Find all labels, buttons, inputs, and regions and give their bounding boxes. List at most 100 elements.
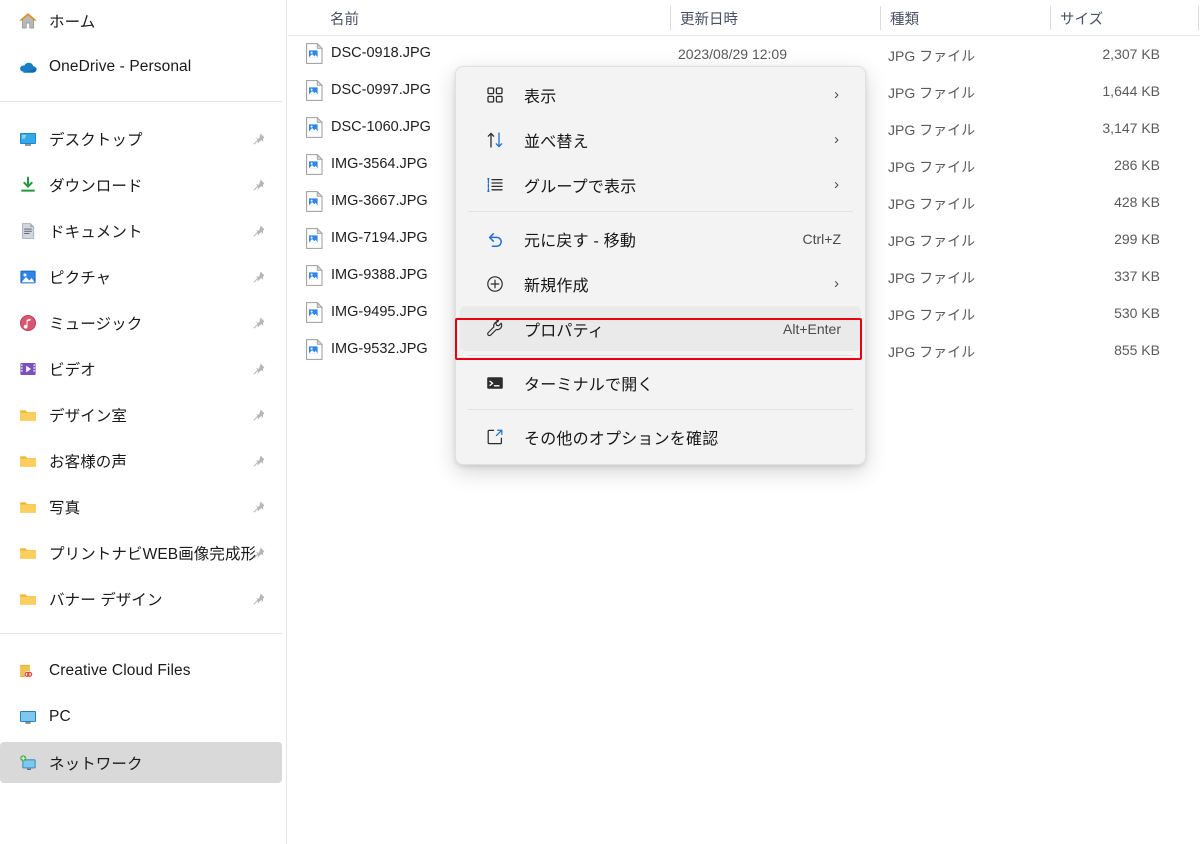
file-size-cell: 855 KB — [1114, 342, 1160, 358]
sidebar-item-label: ネットワーク — [49, 755, 143, 773]
sidebar-item-4[interactable]: ミュージック — [0, 302, 282, 343]
pc-monitor-icon — [18, 707, 38, 727]
menu-item-label: 元に戻す - 移動 — [524, 232, 637, 250]
file-name-cell: DSC-0918.JPG — [331, 45, 431, 61]
sidebar-item-9[interactable]: プリントナビWEB画像完成形 — [0, 532, 282, 573]
chevron-right-icon: › — [834, 275, 839, 292]
sidebar-item-1[interactable]: PC — [0, 696, 282, 737]
file-size-cell: 286 KB — [1114, 157, 1160, 173]
wrench-icon — [484, 318, 506, 340]
column-header-row[interactable]: 名前 更新日時 種類 サイズ ⌃ — [288, 0, 1200, 36]
pin-icon[interactable] — [252, 132, 266, 146]
sidebar-item-label: ピクチャ — [49, 269, 112, 287]
menu-item-1[interactable]: 並べ替え › — [460, 117, 861, 162]
file-name-cell: IMG-9532.JPG — [331, 341, 428, 357]
menu-item-5[interactable]: プロパティ Alt+Enter — [460, 306, 861, 351]
pin-icon[interactable] — [252, 316, 266, 330]
column-divider[interactable] — [670, 6, 671, 30]
sidebar-item-1[interactable]: OneDrive - Personal — [0, 46, 282, 87]
menu-item-shortcut: Ctrl+Z — [802, 230, 842, 247]
column-header-type[interactable]: 種類 — [890, 8, 919, 29]
grid-view-icon — [484, 84, 506, 106]
column-divider[interactable] — [1198, 6, 1199, 30]
plus-circle-icon — [484, 273, 506, 295]
navigation-sidebar[interactable]: ホーム OneDrive - Personal デスクトップダウンロードドキュメント… — [0, 0, 287, 844]
pin-icon[interactable] — [252, 592, 266, 606]
sidebar-item-10[interactable]: バナー デザイン — [0, 578, 282, 619]
file-name-cell: DSC-0997.JPG — [331, 82, 431, 98]
jpg-file-icon — [306, 79, 323, 101]
column-header-date[interactable]: 更新日時 — [680, 8, 738, 29]
pin-icon[interactable] — [252, 408, 266, 422]
chevron-right-icon: › — [834, 176, 839, 193]
file-name-cell: IMG-9388.JPG — [331, 267, 428, 283]
file-type-cell: JPG ファイル — [888, 159, 976, 175]
sidebar-item-1[interactable]: ダウンロード — [0, 164, 282, 205]
sidebar-item-label: デザイン室 — [49, 407, 128, 425]
chevron-right-icon: › — [834, 131, 839, 148]
column-header-size[interactable]: サイズ — [1060, 8, 1103, 29]
sidebar-item-5[interactable]: ビデオ — [0, 348, 282, 389]
file-size-cell: 530 KB — [1114, 305, 1160, 321]
sidebar-item-8[interactable]: 写真 — [0, 486, 282, 527]
sidebar-item-3[interactable]: ピクチャ — [0, 256, 282, 297]
pin-icon[interactable] — [252, 546, 266, 560]
terminal-icon — [484, 372, 506, 394]
column-header-name[interactable]: 名前 — [330, 8, 359, 29]
sidebar-item-label: お客様の声 — [49, 453, 128, 471]
menu-item-7[interactable]: その他のオプションを確認 — [460, 414, 861, 459]
sidebar-item-0[interactable]: Creative Cloud Files — [0, 650, 282, 691]
column-divider[interactable] — [880, 6, 881, 30]
menu-item-4[interactable]: 新規作成 › — [460, 261, 861, 306]
file-type-cell: JPG ファイル — [888, 122, 976, 138]
sort-ascending-indicator-icon: ⌃ — [780, 0, 796, 5]
menu-item-3[interactable]: 元に戻す - 移動 Ctrl+Z — [460, 216, 861, 261]
file-size-cell: 428 KB — [1114, 194, 1160, 210]
chevron-right-icon: › — [834, 86, 839, 103]
file-type-cell: JPG ファイル — [888, 270, 976, 286]
jpg-file-icon — [306, 190, 323, 212]
pin-icon[interactable] — [252, 178, 266, 192]
jpg-file-icon — [306, 264, 323, 286]
sidebar-item-label: 写真 — [49, 499, 81, 517]
sidebar-divider — [0, 633, 282, 634]
file-name-cell: IMG-3564.JPG — [331, 156, 428, 172]
pin-icon[interactable] — [252, 362, 266, 376]
folder-icon — [18, 451, 38, 471]
menu-item-2[interactable]: グループで表示 › — [460, 162, 861, 207]
more-options-expand-icon — [484, 426, 506, 448]
folder-icon — [18, 497, 38, 517]
file-name-cell: IMG-9495.JPG — [331, 304, 428, 320]
jpg-file-icon — [306, 153, 323, 175]
sidebar-item-label: ビデオ — [49, 361, 96, 379]
menu-item-6[interactable]: ターミナルで開く — [460, 360, 861, 405]
menu-item-0[interactable]: 表示 › — [460, 72, 861, 117]
sidebar-item-label: ドキュメント — [49, 223, 143, 241]
videos-icon — [18, 359, 38, 379]
column-divider[interactable] — [1050, 6, 1051, 30]
sidebar-item-label: バナー デザイン — [49, 591, 163, 609]
sidebar-item-0[interactable]: ホーム — [0, 0, 282, 41]
sidebar-item-label: デスクトップ — [49, 131, 143, 149]
pin-icon[interactable] — [252, 454, 266, 468]
sidebar-item-0[interactable]: デスクトップ — [0, 118, 282, 159]
menu-item-label: グループで表示 — [524, 178, 637, 196]
context-menu[interactable]: 表示 › 並べ替え › グループで表示 › 元に戻す - 移動 Ctrl+Z 新規作成 › プロパテ… — [455, 66, 866, 465]
sidebar-item-label: PC — [49, 707, 71, 725]
pin-icon[interactable] — [252, 500, 266, 514]
sidebar-item-6[interactable]: デザイン室 — [0, 394, 282, 435]
jpg-file-icon — [306, 227, 323, 249]
sidebar-item-2[interactable]: ネットワーク — [0, 742, 282, 783]
sidebar-item-2[interactable]: ドキュメント — [0, 210, 282, 251]
sidebar-item-7[interactable]: お客様の声 — [0, 440, 282, 481]
documents-icon — [18, 221, 38, 241]
pin-icon[interactable] — [252, 270, 266, 284]
menu-item-shortcut: Alt+Enter — [783, 320, 841, 337]
sidebar-item-label: Creative Cloud Files — [49, 661, 191, 679]
file-type-cell: JPG ファイル — [888, 85, 976, 101]
file-type-cell: JPG ファイル — [888, 307, 976, 323]
sidebar-item-label: プリントナビWEB画像完成形 — [49, 545, 257, 563]
menu-separator — [468, 211, 853, 212]
file-type-cell: JPG ファイル — [888, 196, 976, 212]
pin-icon[interactable] — [252, 224, 266, 238]
